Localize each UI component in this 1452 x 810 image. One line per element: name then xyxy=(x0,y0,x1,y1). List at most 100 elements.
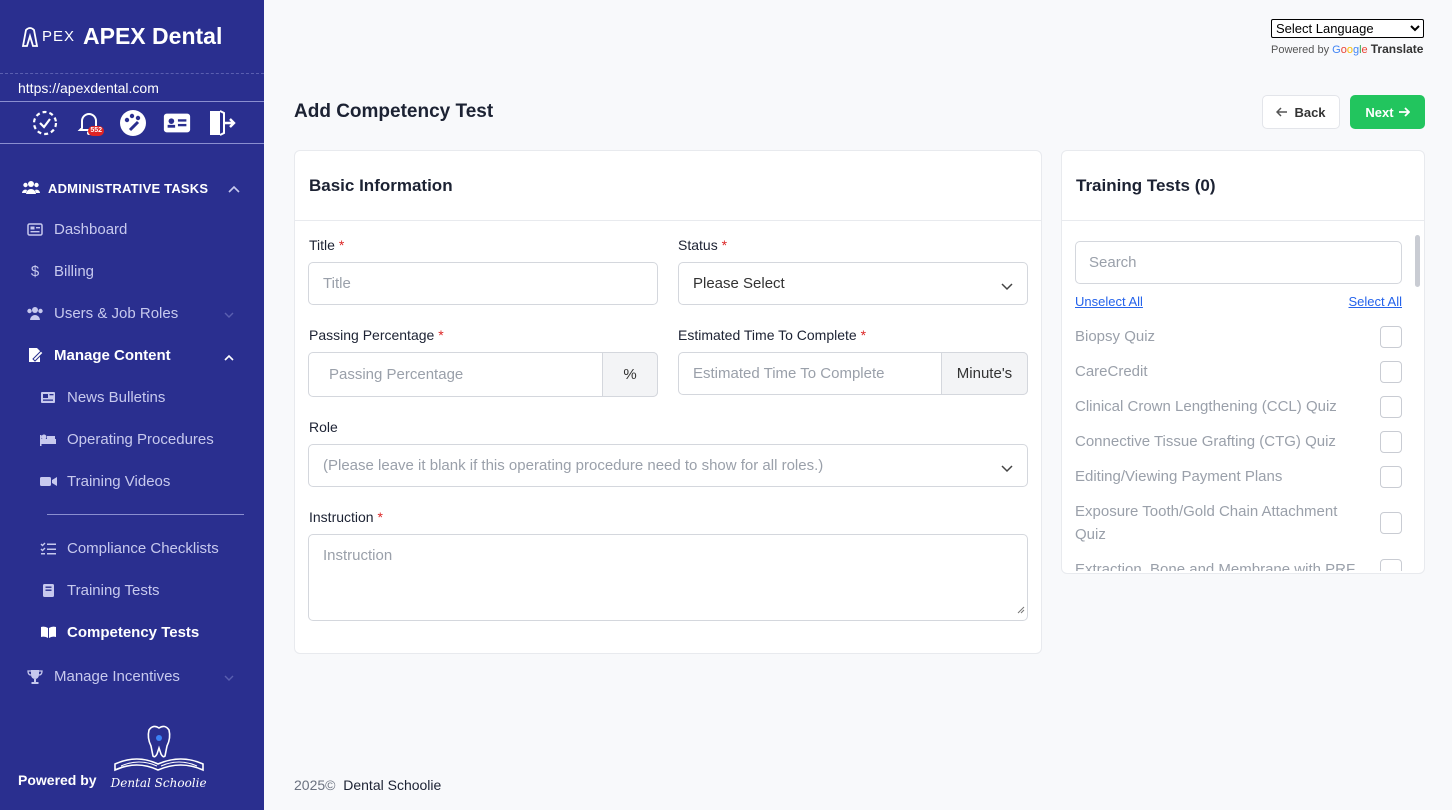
title-input[interactable]: Title xyxy=(308,262,658,305)
list-item-checkbox[interactable] xyxy=(1380,465,1402,488)
content-icon xyxy=(26,347,44,363)
label-text: Estimated Time To Complete xyxy=(678,327,857,343)
sidebar-section-administrative-tasks[interactable]: ADMINISTRATIVE TASKS xyxy=(0,168,264,208)
list-item[interactable]: Extraction, Bone and Membrane with PRF xyxy=(1075,558,1402,571)
required-mark: * xyxy=(338,237,345,253)
sidebar-item-label: Competency Tests xyxy=(67,623,200,641)
list-item-checkbox[interactable] xyxy=(1380,360,1402,383)
bell-icon[interactable]: 552 xyxy=(74,108,104,138)
sidebar-item-label: Compliance Checklists xyxy=(67,539,219,557)
sidebar-item-competency-tests[interactable]: Competency Tests xyxy=(0,611,264,653)
list-item-checkbox[interactable] xyxy=(1380,430,1402,453)
sidebar-item-training-tests[interactable]: Training Tests xyxy=(0,569,264,611)
list-item[interactable]: Clinical Crown Lengthening (CCL) Quiz xyxy=(1075,395,1402,418)
select-all-link[interactable]: Select All xyxy=(1349,294,1402,309)
dollar-icon: $ xyxy=(30,262,40,280)
users-icon xyxy=(26,306,44,320)
sidebar-item-label: Users & Job Roles xyxy=(54,304,179,322)
sidebar-item-operating-procedures[interactable]: Operating Procedures xyxy=(0,418,264,460)
list-item[interactable]: CareCredit xyxy=(1075,360,1402,383)
timer-check-icon[interactable] xyxy=(30,108,60,138)
sidebar-item-users-job-roles[interactable]: Users & Job Roles xyxy=(0,292,264,334)
percent-addon: % xyxy=(602,352,658,397)
list-item-checkbox[interactable] xyxy=(1380,325,1402,348)
chevron-up-icon xyxy=(224,348,234,365)
status-label: Status * xyxy=(678,237,727,253)
sidebar-item-label: Manage Incentives xyxy=(54,667,180,685)
brand[interactable]: PEX APEX Dental xyxy=(0,0,264,74)
google-translate-credit: Powered by Google Translate xyxy=(1271,42,1424,56)
dental-schoolie-logo[interactable]: Dental Schoolie xyxy=(111,724,207,790)
sidebar-item-manage-content[interactable]: Manage Content xyxy=(0,334,264,376)
sidebar-item-training-videos[interactable]: Training Videos xyxy=(0,460,264,502)
book-icon xyxy=(39,583,57,598)
back-button[interactable]: Back xyxy=(1262,95,1340,129)
label-text: Title xyxy=(309,237,335,253)
list-item-checkbox[interactable] xyxy=(1380,512,1402,534)
language-select[interactable]: Select Language xyxy=(1271,19,1424,38)
next-button[interactable]: Next xyxy=(1350,95,1425,129)
sidebar-item-label: Training Tests xyxy=(67,581,160,599)
list-scrollbar[interactable] xyxy=(1415,225,1420,569)
list-item[interactable]: Biopsy Quiz xyxy=(1075,325,1402,348)
powered-by-label: Powered by xyxy=(18,772,97,788)
sidebar-item-news-bulletins[interactable]: News Bulletins xyxy=(0,376,264,418)
role-select[interactable]: (Please leave it blank if this operating… xyxy=(308,444,1028,487)
sidebar-item-billing[interactable]: $ Billing xyxy=(0,250,264,292)
label-text: Passing Percentage xyxy=(309,327,435,343)
minutes-addon: Minute's xyxy=(941,352,1028,395)
back-button-label: Back xyxy=(1294,104,1326,120)
dental-schoolie-logo-text: Dental Schoolie xyxy=(110,776,207,790)
page-title: Add Competency Test xyxy=(294,101,494,122)
required-mark: * xyxy=(721,237,728,253)
chevron-up-icon xyxy=(228,181,240,196)
id-card-icon[interactable] xyxy=(162,108,192,138)
site-url[interactable]: https://apexdental.com xyxy=(0,74,264,102)
open-book-icon xyxy=(39,626,57,639)
list-item[interactable]: Editing/Viewing Payment Plans xyxy=(1075,465,1402,488)
training-tests-search-input[interactable]: Search xyxy=(1075,241,1402,284)
estimated-time-label: Estimated Time To Complete * xyxy=(678,327,866,343)
training-tests-list[interactable]: Search Unselect All Select All Biopsy Qu… xyxy=(1075,241,1402,571)
dashboard-icon xyxy=(26,222,44,236)
sidebar-item-manage-incentives[interactable]: Manage Incentives xyxy=(0,655,264,697)
list-item[interactable]: Exposure Tooth/Gold Chain Attachment Qui… xyxy=(1075,500,1402,546)
list-item-checkbox[interactable] xyxy=(1380,395,1402,418)
sidebar-item-label: Training Videos xyxy=(67,472,171,490)
selected-value: Please Select xyxy=(693,275,785,292)
estimated-time-input[interactable]: Estimated Time To Complete Minute's xyxy=(678,352,1028,395)
selection-links: Unselect All Select All xyxy=(1075,294,1402,309)
role-label: Role xyxy=(309,419,338,435)
arrow-left-icon xyxy=(1276,105,1288,120)
chevron-down-icon xyxy=(1001,460,1013,477)
required-mark: * xyxy=(377,509,383,525)
sidebar-item-label: Operating Procedures xyxy=(67,430,214,448)
placeholder: Estimated Time To Complete xyxy=(693,365,885,382)
video-icon xyxy=(39,476,57,487)
scrollbar-thumb[interactable] xyxy=(1415,235,1420,287)
list-item-label: CareCredit xyxy=(1075,363,1148,380)
google-logo-icon: Google xyxy=(1332,44,1368,56)
sidebar-item-label: Dashboard xyxy=(54,220,128,238)
passing-percentage-input[interactable]: Passing Percentage % xyxy=(308,352,658,397)
sidebar-item-dashboard[interactable]: Dashboard xyxy=(0,208,264,250)
section-label: ADMINISTRATIVE TASKS xyxy=(48,180,209,196)
list-item-checkbox[interactable] xyxy=(1380,558,1402,571)
instruction-textarea[interactable]: Instruction xyxy=(308,534,1028,621)
list-item-label: Editing/Viewing Payment Plans xyxy=(1075,468,1283,485)
sidebar-item-compliance-checklists[interactable]: Compliance Checklists xyxy=(0,527,264,569)
google-translate-widget: Select Language Powered by Google Transl… xyxy=(1271,19,1424,56)
palette-icon[interactable] xyxy=(118,108,148,138)
list-item[interactable]: Connective Tissue Grafting (CTG) Quiz xyxy=(1075,430,1402,453)
resize-handle-icon[interactable] xyxy=(1017,601,1025,618)
passing-percentage-label: Passing Percentage * xyxy=(309,327,444,343)
status-select[interactable]: Please Select xyxy=(678,262,1028,305)
powered-by-text: Powered by xyxy=(1271,44,1330,56)
logout-icon[interactable] xyxy=(206,108,236,138)
required-mark: * xyxy=(860,327,867,343)
company-name: Dental Schoolie xyxy=(343,777,442,793)
list-item-label: Exposure Tooth/Gold Chain Attachment Qui… xyxy=(1075,503,1338,543)
translate-link[interactable]: Translate xyxy=(1371,42,1424,56)
checklist-icon xyxy=(39,542,57,555)
unselect-all-link[interactable]: Unselect All xyxy=(1075,294,1143,309)
